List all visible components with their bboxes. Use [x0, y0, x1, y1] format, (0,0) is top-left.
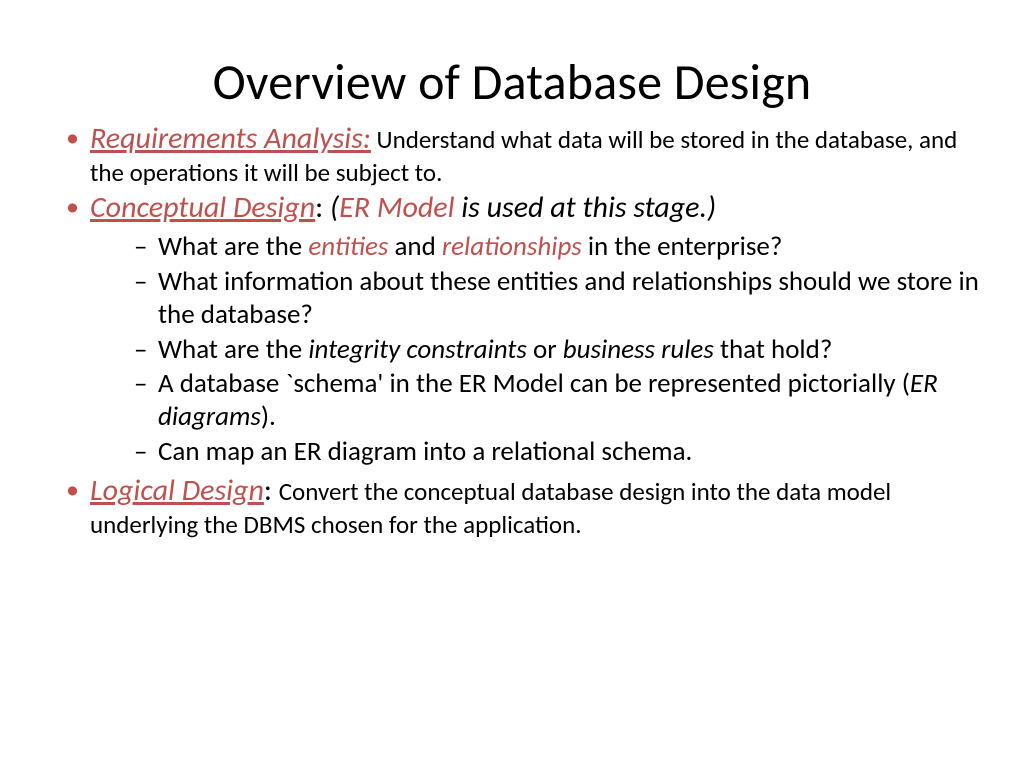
- bullet-conceptual: Conceptual Design: (ER Model is used at …: [66, 190, 986, 469]
- it-integrity: integrity constraints: [308, 333, 527, 366]
- sub-entities: What are the entities and relationships …: [134, 231, 986, 264]
- t: What information about these entities an…: [158, 265, 979, 331]
- t: Can map an ER diagram into a relational …: [158, 435, 692, 468]
- sub-info: What information about these entities an…: [134, 266, 986, 332]
- t: What are the: [158, 333, 308, 366]
- t: A database `schema' in the ER Model can …: [158, 367, 910, 400]
- hl-relationships: relationships: [442, 230, 582, 263]
- slide: Overview of Database Design Requirements…: [0, 0, 1024, 768]
- it-business: business rules: [563, 333, 714, 366]
- sub-schema: A database `schema' in the ER Model can …: [134, 368, 986, 434]
- keyword-requirements: Requirements Analysis:: [90, 120, 371, 157]
- t: ).: [261, 400, 276, 433]
- colon: :: [264, 472, 279, 509]
- keyword-logical: Logical Design: [90, 472, 264, 509]
- t: or: [527, 333, 563, 366]
- er-model: ER Model: [339, 189, 454, 226]
- sub-map: Can map an ER diagram into a relational …: [134, 436, 986, 469]
- hl-entities: entities: [308, 230, 388, 263]
- slide-title: Overview of Database Design: [38, 52, 986, 113]
- sub-constraints: What are the integrity constraints or bu…: [134, 334, 986, 367]
- t: and: [388, 230, 442, 263]
- bullet-requirements: Requirements Analysis: Understand what d…: [66, 121, 986, 188]
- bullet-list: Requirements Analysis: Understand what d…: [38, 121, 986, 540]
- t: What are the: [158, 230, 308, 263]
- bullet-logical: Logical Design: Convert the conceptual d…: [66, 473, 986, 540]
- paren-open: (: [330, 189, 339, 226]
- paren-rest: is used at this stage.): [455, 189, 717, 226]
- sub-list: What are the entities and relationships …: [90, 231, 986, 470]
- colon: :: [315, 189, 330, 226]
- t: in the enterprise?: [582, 230, 783, 263]
- keyword-conceptual: Conceptual Design: [90, 189, 315, 226]
- t: that hold?: [714, 333, 832, 366]
